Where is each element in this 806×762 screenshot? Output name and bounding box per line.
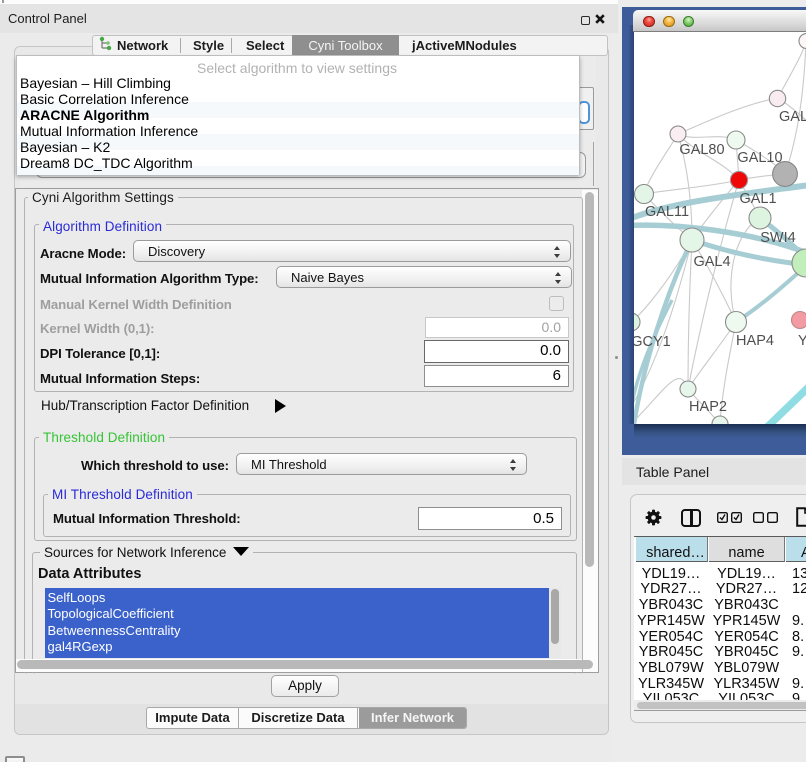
svg-text:HAP2: HAP2 xyxy=(689,399,727,415)
svg-text:GAL11: GAL11 xyxy=(645,204,689,220)
svg-text:GCY1: GCY1 xyxy=(634,334,671,350)
svg-text:HAP4: HAP4 xyxy=(736,333,774,349)
svg-text:GAL: GAL xyxy=(779,109,806,125)
svg-text:SWI4: SWI4 xyxy=(760,230,795,246)
svg-text:GAL80: GAL80 xyxy=(679,142,724,158)
svg-text:GAL4: GAL4 xyxy=(693,254,730,270)
svg-text:GAL10: GAL10 xyxy=(737,150,782,166)
svg-text:GAL1: GAL1 xyxy=(739,191,776,207)
svg-text:Y: Y xyxy=(798,333,806,349)
